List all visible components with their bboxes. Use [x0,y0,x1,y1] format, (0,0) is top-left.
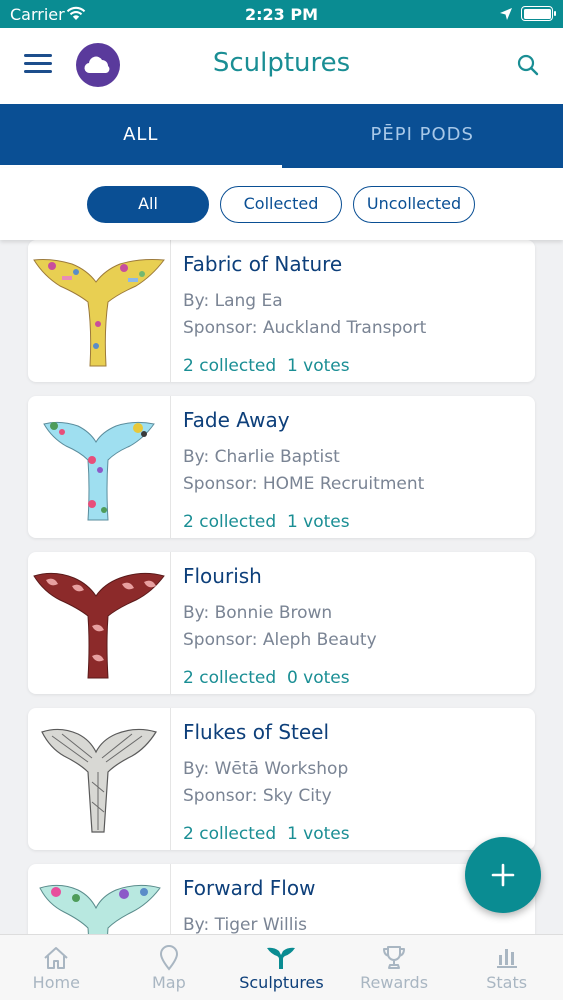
nav-map-label: Map [152,973,186,992]
nav-rewards[interactable]: Rewards [338,935,451,1000]
sculpture-sponsor: Sponsor: Sky City [183,786,332,806]
page-title: Sculptures [212,48,351,78]
sculpture-sponsor: Sponsor: Aleph Beauty [183,630,377,650]
nav-stats-label: Stats [486,973,528,992]
battery-icon [521,6,556,21]
sculpture-name: Flourish [183,564,262,588]
add-button[interactable] [465,837,541,913]
sculpture-card[interactable]: Forward Flow By: Tiger Willis [28,864,535,934]
location-arrow-icon [499,6,513,25]
sculpture-sponsor: Sponsor: Auckland Transport [183,318,427,338]
filter-all-button[interactable]: All [87,186,209,223]
sculpture-image [28,864,171,934]
filter-bar: All Collected Uncollected [0,168,563,240]
tab-pepi-pods[interactable]: PĒPI PODS [282,104,563,168]
sculpture-name: Fabric of Nature [183,252,343,276]
bar-chart-icon [450,943,563,973]
sculpture-image [28,396,171,538]
nav-sculptures[interactable]: Sculptures [225,935,338,1000]
nav-stats[interactable]: Stats [450,935,563,1000]
nav-home[interactable]: Home [0,935,113,1000]
nav-rewards-label: Rewards [360,973,429,992]
map-pin-icon [113,943,226,973]
sculpture-artist: By: Lang Ea [183,291,283,311]
nav-map[interactable]: Map [113,935,226,1000]
filter-collected-button[interactable]: Collected [220,186,342,223]
trophy-icon [338,943,451,973]
filter-uncollected-button[interactable]: Uncollected [353,186,475,223]
sculpture-image [28,708,171,850]
sculpture-name: Forward Flow [183,876,316,900]
nav-sculptures-label: Sculptures [239,973,324,992]
sculpture-stats: 2 collected 1 votes [183,356,350,376]
sculpture-image [28,552,171,694]
home-icon [0,943,113,973]
sculpture-card[interactable]: Flourish By: Bonnie Brown Sponsor: Aleph… [28,552,535,694]
nav-home-label: Home [32,973,80,992]
sculpture-sponsor: Sponsor: HOME Recruitment [183,474,425,494]
bottom-nav: Home Map Sculptures Rewards Stats [0,934,563,1000]
tab-all[interactable]: ALL [0,104,282,168]
plus-icon [491,863,515,887]
status-time: 2:23 PM [244,5,318,24]
sculpture-stats: 2 collected 1 votes [183,824,350,844]
sculpture-stats: 2 collected 0 votes [183,668,350,688]
sculpture-list: Fabric of Nature By: Lang Ea Sponsor: Au… [0,240,563,934]
navbar: Sculptures [0,28,563,104]
sculpture-name: Flukes of Steel [183,720,330,744]
whale-tail-icon [225,943,338,973]
sculpture-card[interactable]: Fade Away By: Charlie Baptist Sponsor: H… [28,396,535,538]
status-bar: Carrier 2:23 PM [0,0,563,28]
sculpture-name: Fade Away [183,408,290,432]
category-tabs: ALL PĒPI PODS [0,104,563,168]
sculpture-card[interactable]: Flukes of Steel By: Wētā Workshop Sponso… [28,708,535,850]
sculpture-artist: By: Charlie Baptist [183,447,340,467]
sculpture-card[interactable]: Fabric of Nature By: Lang Ea Sponsor: Au… [28,240,535,382]
search-icon[interactable] [517,54,539,76]
sculpture-image [28,240,171,382]
sculpture-artist: By: Wētā Workshop [183,759,349,779]
sculpture-artist: By: Tiger Willis [183,915,308,934]
sculpture-stats: 2 collected 1 votes [183,512,350,532]
sculpture-artist: By: Bonnie Brown [183,603,333,623]
